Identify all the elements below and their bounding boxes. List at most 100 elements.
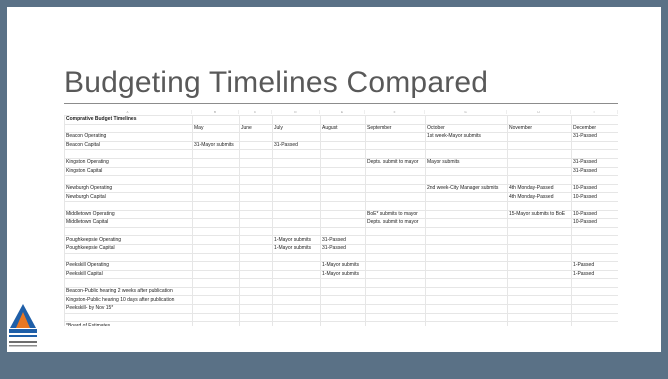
table-cell: BoE* submits to mayor: [365, 209, 426, 220]
table-cell: [365, 200, 426, 211]
table-cell: [192, 261, 240, 271]
table-cell: 10-Passed: [571, 209, 618, 220]
table-cell: [192, 243, 240, 254]
table-cell: [64, 278, 193, 288]
table-cell: [192, 252, 240, 263]
table-cell: [239, 132, 273, 142]
table-cell: [192, 183, 240, 194]
table-cell: [272, 286, 321, 297]
table-row: Beacon Operating 1st week-Mayor submits 31…: [64, 132, 618, 142]
table-cell: [239, 192, 273, 202]
column-letter: I: [571, 110, 618, 114]
table-cell: [192, 218, 240, 228]
table-cell: [272, 192, 321, 202]
table-cell: [425, 304, 508, 314]
table-cell: [192, 200, 240, 211]
table-cell: [272, 175, 321, 185]
table-cell: [507, 226, 572, 237]
table-cell: September: [365, 123, 426, 134]
table-cell: [365, 140, 426, 151]
table-cell: [365, 183, 426, 194]
table-cell: Kingston-Public hearing 10 days after pu…: [64, 295, 193, 306]
table-cell: [239, 252, 273, 263]
table-cell: [239, 209, 273, 220]
table-cell: 10-Passed: [571, 183, 618, 194]
table-cell: 10-Passed: [571, 218, 618, 228]
table-cell: [64, 226, 193, 237]
table-cell: [192, 192, 240, 202]
table-cell: [425, 269, 508, 280]
table-cell: [192, 321, 240, 326]
table-cell: Peekskill Operating: [64, 261, 193, 271]
table-cell: [192, 175, 240, 185]
table-cell: [425, 312, 508, 323]
table-cell: 10-Passed: [571, 192, 618, 202]
table-cell: Newburgh Capital: [64, 192, 193, 202]
table-cell: [425, 175, 508, 185]
table-cell: [272, 132, 321, 142]
table-cell: [239, 200, 273, 211]
table-cell: Poughkeepsie Operating: [64, 235, 193, 245]
table-cell: [320, 226, 366, 237]
table-cell: [272, 209, 321, 220]
table-cell: [365, 115, 426, 125]
table-cell: [272, 261, 321, 271]
table-cell: [425, 295, 508, 306]
table-cell: [192, 166, 240, 177]
table-cell: [507, 132, 572, 142]
table-cell: [425, 243, 508, 254]
table-cell: [507, 166, 572, 177]
table-cell: November: [507, 123, 572, 134]
table-cell: [239, 226, 273, 237]
table-cell: [507, 200, 572, 211]
table-cell: [507, 295, 572, 306]
table-cell: [320, 132, 366, 142]
table-cell: [365, 226, 426, 237]
table-cell: [320, 157, 366, 168]
title-divider: [64, 103, 618, 104]
table-cell: [571, 278, 618, 288]
table-cell: [192, 157, 240, 168]
column-letter: A: [64, 110, 192, 114]
table-cell: [507, 261, 572, 271]
table-cell: [272, 115, 321, 125]
table-cell: [425, 286, 508, 297]
column-letter: C: [239, 110, 272, 114]
table-cell: [272, 218, 321, 228]
table-cell: [272, 321, 321, 326]
table-cell: [272, 157, 321, 168]
table-title-row: Comprative Budget Timelines: [64, 115, 618, 125]
table-cell: 1-Mayor submits: [320, 261, 366, 271]
table-cell: 1-Passed: [571, 261, 618, 271]
table-row: [64, 226, 618, 237]
table-cell: [239, 304, 273, 314]
table-row: Kingston-Public hearing 10 days after pu…: [64, 295, 618, 306]
table-row: Newburgh Operating 2nd week-City Manager …: [64, 183, 618, 194]
table-cell: [507, 321, 572, 326]
table-cell: [239, 140, 273, 151]
column-letter: G: [425, 110, 507, 114]
table-row: [64, 149, 618, 159]
table-cell: 1st week-Mayor submits: [425, 132, 508, 142]
table-cell: [365, 278, 426, 288]
table-cell: [239, 321, 273, 326]
table-cell: Newburgh Operating: [64, 183, 193, 194]
table-cell: [192, 235, 240, 245]
table-cell: [320, 286, 366, 297]
table-cell: [192, 312, 240, 323]
table-cell: [365, 132, 426, 142]
table-cell: [272, 252, 321, 263]
table-cell: 31-Passed: [571, 157, 618, 168]
table-cell: [571, 149, 618, 159]
table-cell: Middletown Capital: [64, 218, 193, 228]
table-cell: [507, 115, 572, 125]
table-row: Poughkeepsie Capital 1-Mayor submits 31-Pa…: [64, 243, 618, 254]
table-cell: [571, 295, 618, 306]
table-cell: [192, 304, 240, 314]
table-cell: 1-Passed: [571, 269, 618, 280]
table-row: Peekskill Capital 1-Mayor submits 1-Passed: [64, 269, 618, 280]
table-cell: [365, 166, 426, 177]
table-cell: [507, 278, 572, 288]
table-cell: [239, 149, 273, 159]
table-cell: [365, 295, 426, 306]
